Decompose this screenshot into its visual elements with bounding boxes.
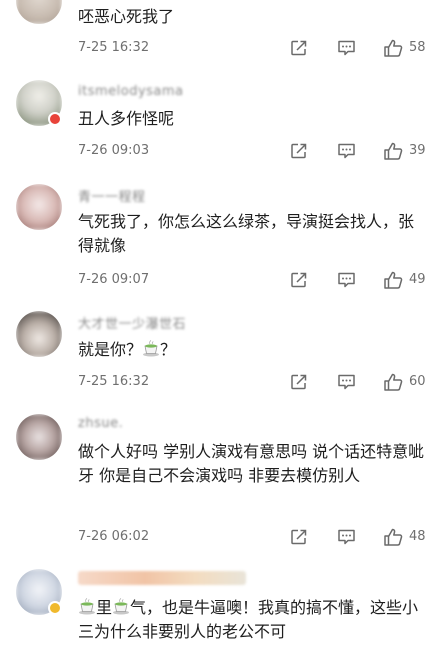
verified-badge [48,112,62,126]
thumbs-up-icon [384,39,403,57]
like-button[interactable]: 58 [383,38,426,58]
comment-text: 呸恶心死我了 [78,7,175,26]
share-button[interactable] [290,38,308,58]
share-button[interactable] [290,372,308,392]
comment-icon [338,143,355,159]
reply-button[interactable] [337,527,356,547]
comment-meta: 7-26 09:03 39 [0,141,441,161]
comment-text: 里气，也是牛逼噢！我真的搞不懂，这些小三为什么非要别人的老公不可 [78,596,428,644]
reply-button[interactable] [337,270,356,290]
username[interactable]: 大才世一少瀑世石 [78,313,186,332]
like-count: 39 [409,143,426,158]
avatar[interactable] [16,311,62,357]
comment-text: 气死我了，你怎么这么绿茶，导演挺会找人，张得就像 [78,212,415,255]
comment-meta: 7-26 09:07 49 [0,270,441,290]
comment-time: 7-26 09:03 [78,143,150,158]
like-count: 48 [409,529,426,544]
comment-text-part: 里 [96,598,113,617]
like-button[interactable]: 60 [383,372,426,392]
share-icon [291,374,307,390]
comment-meta: 7-25 16:32 60 [0,372,441,392]
thumbs-up-icon [384,142,403,160]
comment-icon [338,529,355,545]
tea-emoji-icon [113,598,130,615]
verified-badge [48,601,62,615]
username[interactable]: 青一一程程 [78,186,146,205]
reply-button[interactable] [337,38,356,58]
comment-time: 7-25 16:32 [78,374,150,389]
like-button[interactable]: 48 [383,527,426,547]
reply-button[interactable] [337,141,356,161]
avatar[interactable] [16,184,62,230]
comment-meta: 7-25 16:32 58 [0,38,441,58]
comment-meta: 7-26 06:02 48 [0,527,441,547]
comment-icon [338,374,355,390]
username[interactable] [78,571,246,585]
tea-emoji-icon [79,598,95,615]
share-button[interactable] [290,270,308,290]
tea-emoji-icon [143,340,160,357]
share-icon [291,272,307,288]
comment-time: 7-26 09:07 [78,272,150,287]
share-icon [291,143,307,159]
thumbs-up-icon [384,528,403,546]
like-count: 49 [409,272,426,287]
share-button[interactable] [290,527,308,547]
avatar[interactable] [16,0,62,24]
comment-time: 7-26 06:02 [78,529,150,544]
reply-button[interactable] [337,372,356,392]
like-count: 58 [409,40,426,55]
username[interactable]: itsmelodysama [78,84,184,99]
thumbs-up-icon [384,373,403,391]
comment-time: 7-25 16:32 [78,40,150,55]
comment-text-part: ？ [160,340,177,359]
share-icon [291,529,307,545]
comment-text: 就是你？ ？ [78,338,428,362]
thumbs-up-icon [384,271,403,289]
like-count: 60 [409,374,426,389]
share-button[interactable] [290,141,308,161]
comment-text: 做个人好吗 学别人演戏有意思吗 说个话还特意呲牙 你是自己不会演戏吗 非要去模仿… [78,442,425,485]
share-icon [291,40,307,56]
like-button[interactable]: 39 [383,141,426,161]
comment-icon [338,272,355,288]
comment-text-part: 就是你？ [78,340,143,359]
avatar[interactable] [16,414,62,460]
like-button[interactable]: 49 [383,270,426,290]
username[interactable]: zhsue. [78,416,123,431]
comment-icon [338,40,355,56]
comment-text: 丑人多作怪呢 [78,109,175,128]
